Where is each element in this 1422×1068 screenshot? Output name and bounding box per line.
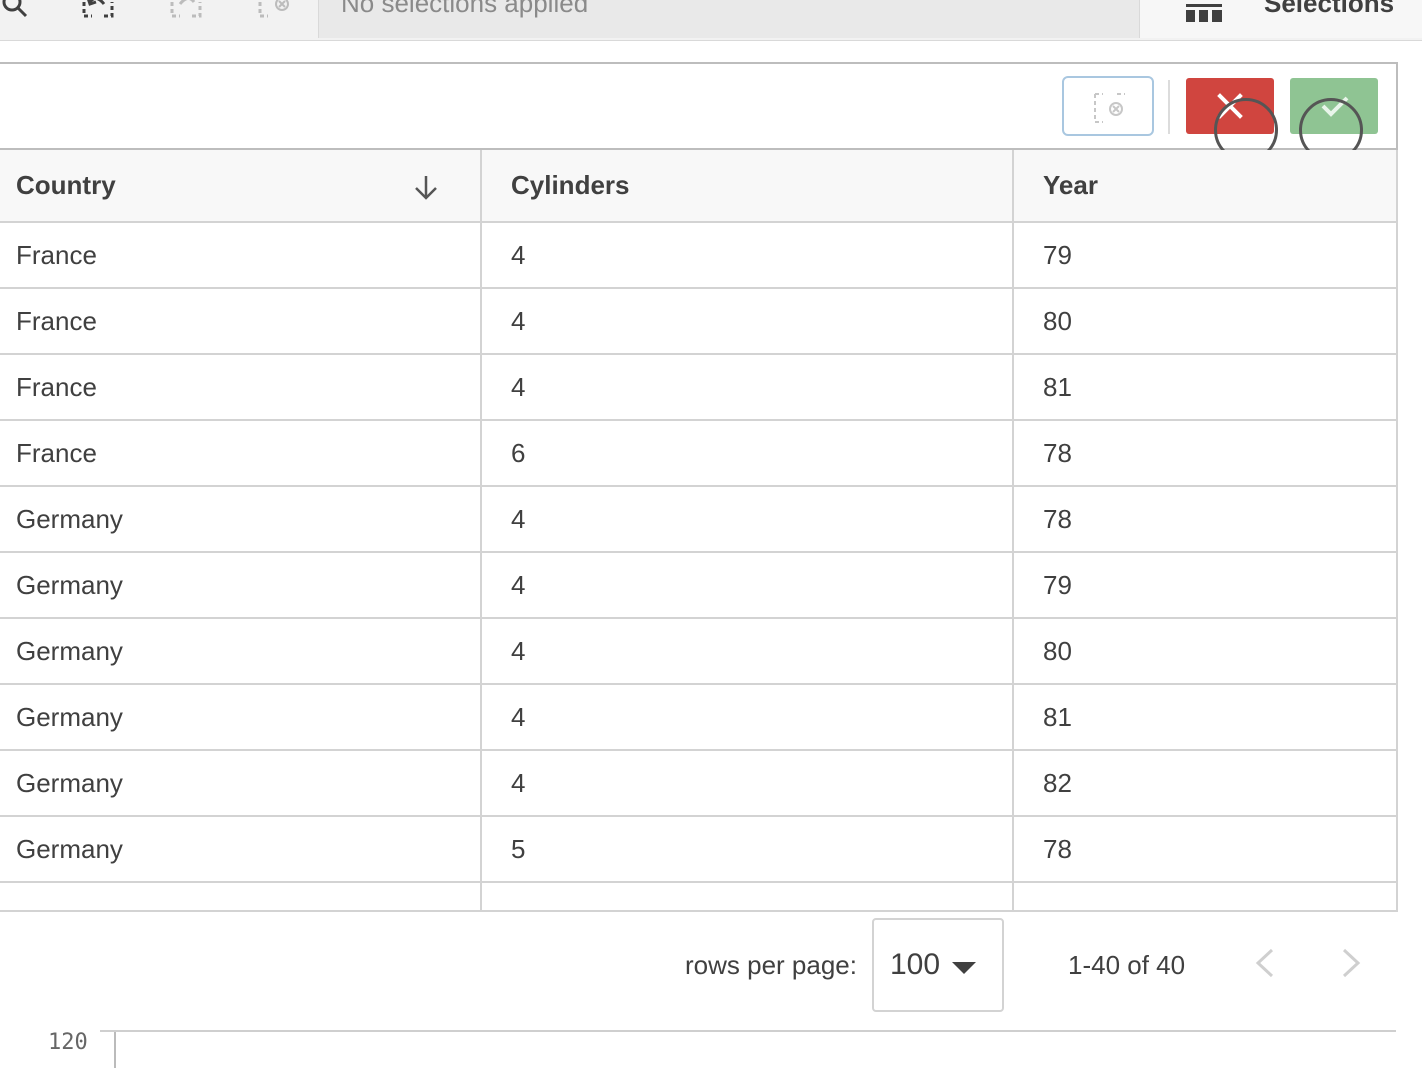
table-header-row: Country Cylinders Year [0,150,1396,223]
cell-country[interactable]: France [0,420,482,487]
cell-year[interactable]: 82 [1013,750,1396,817]
cell-empty [481,882,1014,910]
table-row[interactable]: Germany 4 79 [0,552,1396,619]
rows-per-page-label: rows per page: [685,950,857,980]
selections-placeholder: No selections applied [341,0,589,18]
clear-selection-button[interactable] [1062,76,1154,136]
cell-cylinders[interactable]: 4 [481,354,1014,421]
rows-per-page-select[interactable]: 100 [872,918,1004,1012]
selections-panel-button[interactable]: Selections [1140,0,1422,38]
table-row[interactable]: France 6 78 [0,420,1396,487]
selections-panel-label: Selections [1264,0,1395,18]
cell-year[interactable]: 81 [1013,354,1396,421]
clear-selection-icon [1094,93,1125,123]
cell-year[interactable]: 81 [1013,684,1396,751]
clear-selections-icon[interactable] [256,0,292,24]
toolbar-divider [1168,80,1170,134]
cell-cylinders[interactable]: 4 [481,486,1014,553]
axis-tick [114,1032,116,1068]
cell-cylinders[interactable]: 4 [481,618,1014,685]
table-row[interactable]: Germany 5 78 [0,816,1396,883]
column-header-cylinders[interactable]: Cylinders [481,150,1014,223]
search-icon[interactable] [0,0,36,24]
cell-empty [0,882,482,910]
cell-country[interactable]: France [0,222,482,289]
cell-empty [1013,882,1396,910]
cell-year[interactable]: 78 [1013,420,1396,487]
cell-cylinders[interactable]: 4 [481,750,1014,817]
cell-country[interactable]: Germany [0,552,482,619]
cell-year[interactable]: 79 [1013,222,1396,289]
table-row[interactable]: Germany 4 78 [0,486,1396,553]
cell-country[interactable]: Germany [0,816,482,883]
cell-cylinders[interactable]: 5 [481,816,1014,883]
column-header-label: Cylinders [511,170,630,200]
cell-year[interactable]: 78 [1013,486,1396,553]
chevron-left-icon[interactable] [1250,946,1278,980]
cell-cylinders[interactable]: 4 [481,552,1014,619]
table-row[interactable]: Germany 4 81 [0,684,1396,751]
cell-country[interactable]: France [0,354,482,421]
table-row-partial [0,882,1396,910]
column-header-label: Year [1043,170,1098,200]
cell-year[interactable]: 80 [1013,288,1396,355]
cell-cylinders[interactable]: 4 [481,684,1014,751]
column-header-year[interactable]: Year [1013,150,1396,223]
cell-cylinders[interactable]: 4 [481,288,1014,355]
column-header-country[interactable]: Country [0,150,482,223]
table-row[interactable]: France 4 81 [0,354,1396,421]
grid-icon [1186,4,1222,22]
rows-per-page-value: 100 [890,948,941,981]
cell-country[interactable]: France [0,288,482,355]
cell-country[interactable]: Germany [0,618,482,685]
caret-down-icon [952,962,976,974]
cell-cylinders[interactable]: 4 [481,222,1014,289]
arrow-down-icon[interactable] [412,174,440,202]
table-row[interactable]: France 4 79 [0,222,1396,289]
table-row[interactable]: Germany 4 80 [0,618,1396,685]
cell-country[interactable]: Germany [0,684,482,751]
table-row[interactable]: France 4 80 [0,288,1396,355]
selections-bar[interactable]: No selections applied [318,0,1140,38]
top-toolbar: No selections applied Selections [0,0,1422,41]
cell-cylinders[interactable]: 6 [481,420,1014,487]
table-row[interactable]: Germany 4 82 [0,750,1396,817]
axis-tick-label: 120 [48,1030,88,1055]
step-back-icon[interactable] [80,0,116,24]
cell-year[interactable]: 78 [1013,816,1396,883]
cell-country[interactable]: Germany [0,750,482,817]
axis-line [100,1030,1396,1032]
chevron-right-icon[interactable] [1338,946,1366,980]
data-table: Country Cylinders Year France 4 79 Franc… [0,150,1398,912]
cell-year[interactable]: 80 [1013,618,1396,685]
page-range-text: 1-40 of 40 [1068,950,1186,980]
column-header-label: Country [16,170,116,200]
cell-country[interactable]: Germany [0,486,482,553]
step-forward-icon[interactable] [168,0,204,24]
cell-year[interactable]: 79 [1013,552,1396,619]
